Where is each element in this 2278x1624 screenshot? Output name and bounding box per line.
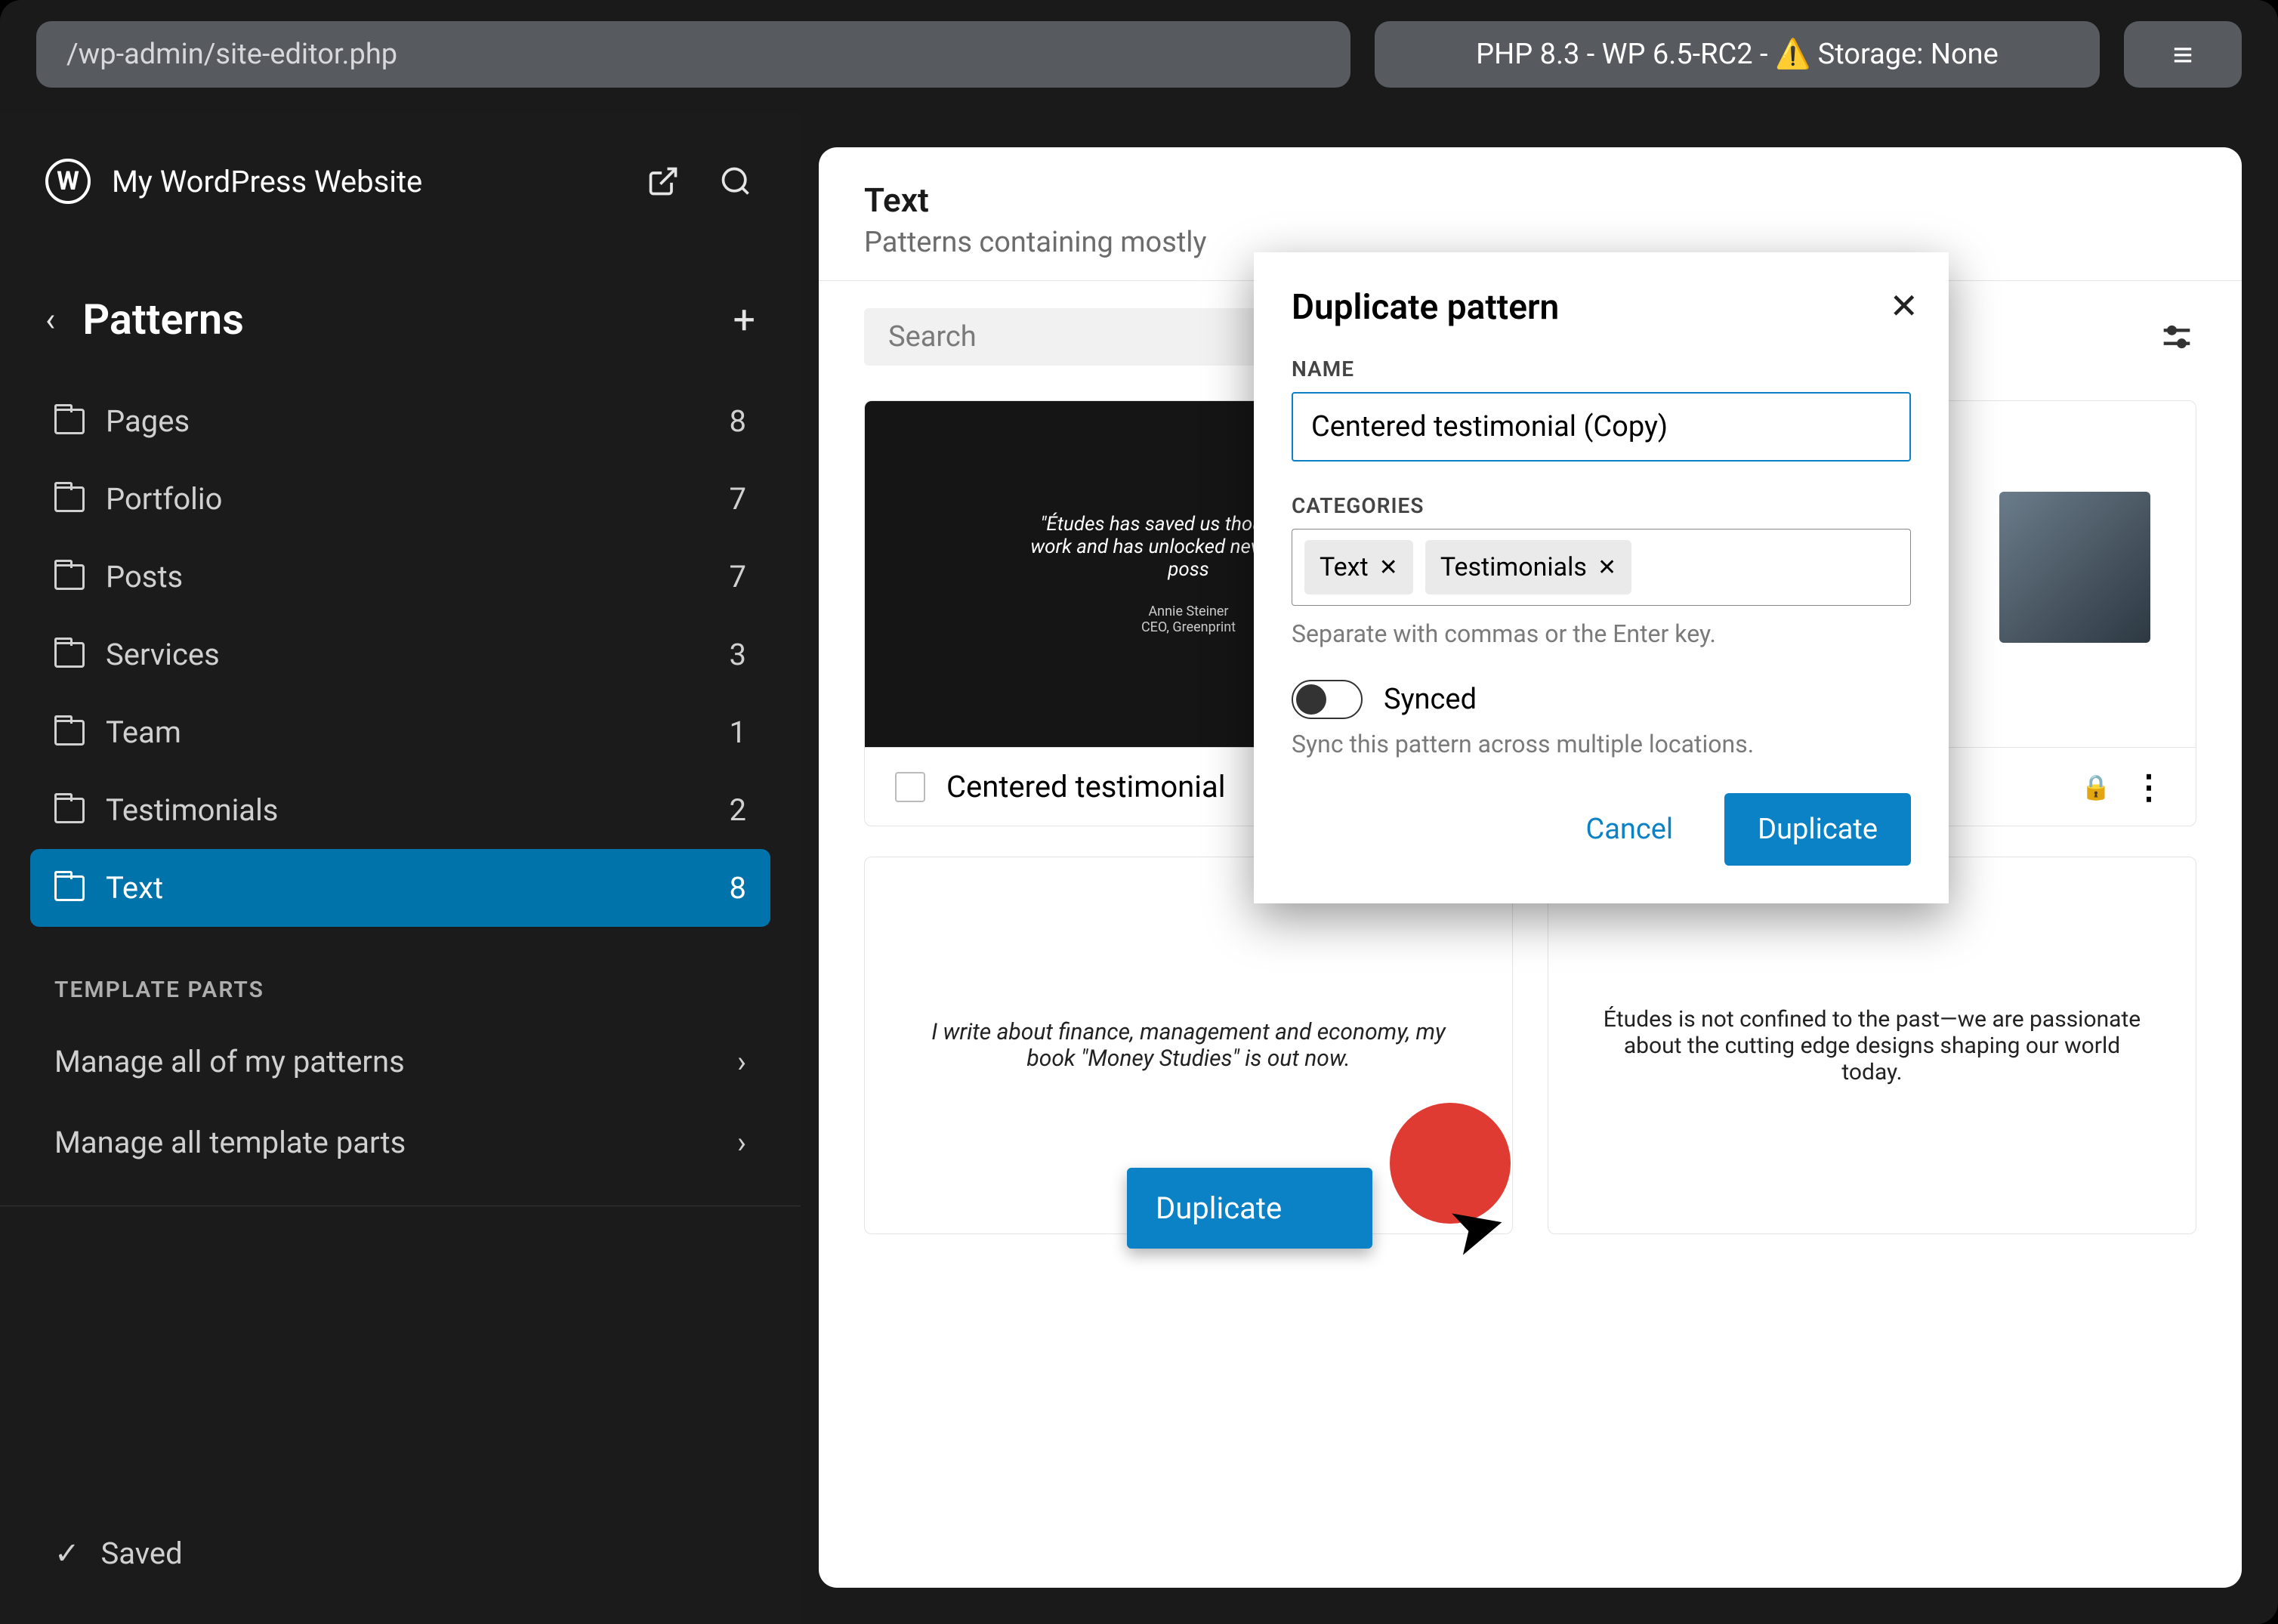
sidebar-item-services[interactable]: Services 3 — [30, 616, 770, 693]
open-site-button[interactable] — [644, 162, 683, 201]
chevron-right-icon: › — [737, 1125, 746, 1160]
pattern-name-input[interactable] — [1292, 392, 1911, 462]
tag-label: Testimonials — [1440, 552, 1587, 582]
filter-button[interactable] — [2157, 317, 2196, 357]
folder-icon — [54, 875, 85, 901]
count-badge: 7 — [730, 559, 746, 594]
search-icon[interactable] — [716, 162, 755, 201]
remove-tag-button[interactable]: ✕ — [1379, 554, 1398, 581]
template-parts-heading: TEMPLATE PARTS — [0, 934, 801, 1021]
folder-icon — [54, 642, 85, 668]
name-label: NAME — [1292, 357, 1911, 381]
back-button[interactable]: ‹ — [45, 300, 55, 339]
folder-icon — [54, 798, 85, 823]
preview-text: Études is not confined to the past—we ar… — [1594, 1006, 2150, 1085]
sidebar-item-testimonials[interactable]: Testimonials 2 — [30, 771, 770, 849]
duplicate-button[interactable]: Duplicate — [1724, 793, 1911, 866]
manage-parts-label: Manage all template parts — [54, 1125, 406, 1160]
context-menu-duplicate[interactable]: Duplicate — [1127, 1168, 1372, 1249]
manage-template-parts-link[interactable]: Manage all template parts › — [0, 1102, 801, 1183]
count-badge: 2 — [730, 792, 746, 828]
sidebar-item-label: Portfolio — [106, 481, 222, 517]
duplicate-pattern-modal: Duplicate pattern ✕ NAME CATEGORIES Text… — [1254, 252, 1949, 903]
manage-patterns-label: Manage all of my patterns — [54, 1044, 405, 1079]
categories-hint: Separate with commas or the Enter key. — [1292, 619, 1911, 648]
categories-label: CATEGORIES — [1292, 493, 1911, 518]
preview-text: I write about finance, management and ec… — [910, 1019, 1467, 1072]
sidebar-item-posts[interactable]: Posts 7 — [30, 538, 770, 616]
folder-icon — [54, 409, 85, 434]
sidebar-item-portfolio[interactable]: Portfolio 7 — [30, 460, 770, 538]
sidebar-item-label: Testimonials — [106, 792, 278, 828]
cancel-button[interactable]: Cancel — [1563, 793, 1696, 866]
more-actions-button[interactable]: ⋮ — [2132, 779, 2165, 795]
sidebar-item-label: Posts — [106, 559, 183, 594]
count-badge: 8 — [730, 870, 746, 906]
select-checkbox[interactable] — [895, 772, 925, 802]
wordpress-logo-icon: W — [45, 159, 91, 204]
preview-image — [1999, 492, 2150, 643]
chevron-right-icon: › — [737, 1044, 746, 1079]
check-icon: ✓ — [54, 1536, 80, 1571]
synced-label: Synced — [1384, 683, 1477, 716]
lock-icon: 🔒 — [2081, 773, 2111, 801]
sidebar-item-label: Team — [106, 715, 181, 750]
sidebar-item-label: Text — [106, 870, 163, 906]
saved-label: Saved — [101, 1536, 183, 1571]
category-tag: Testimonials ✕ — [1425, 540, 1631, 594]
modal-title: Duplicate pattern — [1292, 287, 1911, 328]
site-editor-sidebar: W My WordPress Website ‹ Patterns + Page… — [0, 113, 801, 1624]
folder-icon — [54, 564, 85, 590]
folder-icon — [54, 486, 85, 512]
remove-tag-button[interactable]: ✕ — [1597, 554, 1616, 581]
synced-toggle[interactable] — [1292, 680, 1363, 719]
count-badge: 1 — [730, 715, 746, 750]
sidebar-item-pages[interactable]: Pages 8 — [30, 382, 770, 460]
sidebar-item-team[interactable]: Team 1 — [30, 693, 770, 771]
manage-patterns-link[interactable]: Manage all of my patterns › — [0, 1021, 801, 1102]
count-badge: 8 — [730, 403, 746, 439]
sidebar-item-text[interactable]: Text 8 — [30, 849, 770, 927]
environment-badge: PHP 8.3 - WP 6.5-RC2 - ⚠️ Storage: None — [1375, 21, 2100, 88]
close-button[interactable]: ✕ — [1889, 286, 1918, 327]
tag-label: Text — [1320, 552, 1369, 582]
preview-signature: Annie SteinerCEO, Greenprint — [1141, 604, 1236, 635]
nav-title: Patterns — [82, 295, 244, 344]
sidebar-item-label: Services — [106, 637, 220, 672]
url-bar[interactable]: /wp-admin/site-editor.php — [36, 21, 1350, 88]
saved-indicator: ✓ Saved — [54, 1536, 183, 1571]
sidebar-item-label: Pages — [106, 403, 190, 439]
count-badge: 3 — [730, 637, 746, 672]
pattern-card[interactable]: Études is not confined to the past—we ar… — [1548, 857, 2196, 1234]
categories-input[interactable]: Text ✕ Testimonials ✕ — [1292, 529, 1911, 606]
site-name: My WordPress Website — [112, 164, 422, 199]
hamburger-menu-button[interactable]: ≡ — [2124, 21, 2242, 88]
page-title: Text — [864, 181, 2196, 220]
add-pattern-button[interactable]: + — [733, 297, 755, 343]
folder-icon — [54, 720, 85, 746]
category-tag: Text ✕ — [1304, 540, 1413, 594]
count-badge: 7 — [730, 481, 746, 517]
synced-hint: Sync this pattern across multiple locati… — [1292, 730, 1911, 758]
